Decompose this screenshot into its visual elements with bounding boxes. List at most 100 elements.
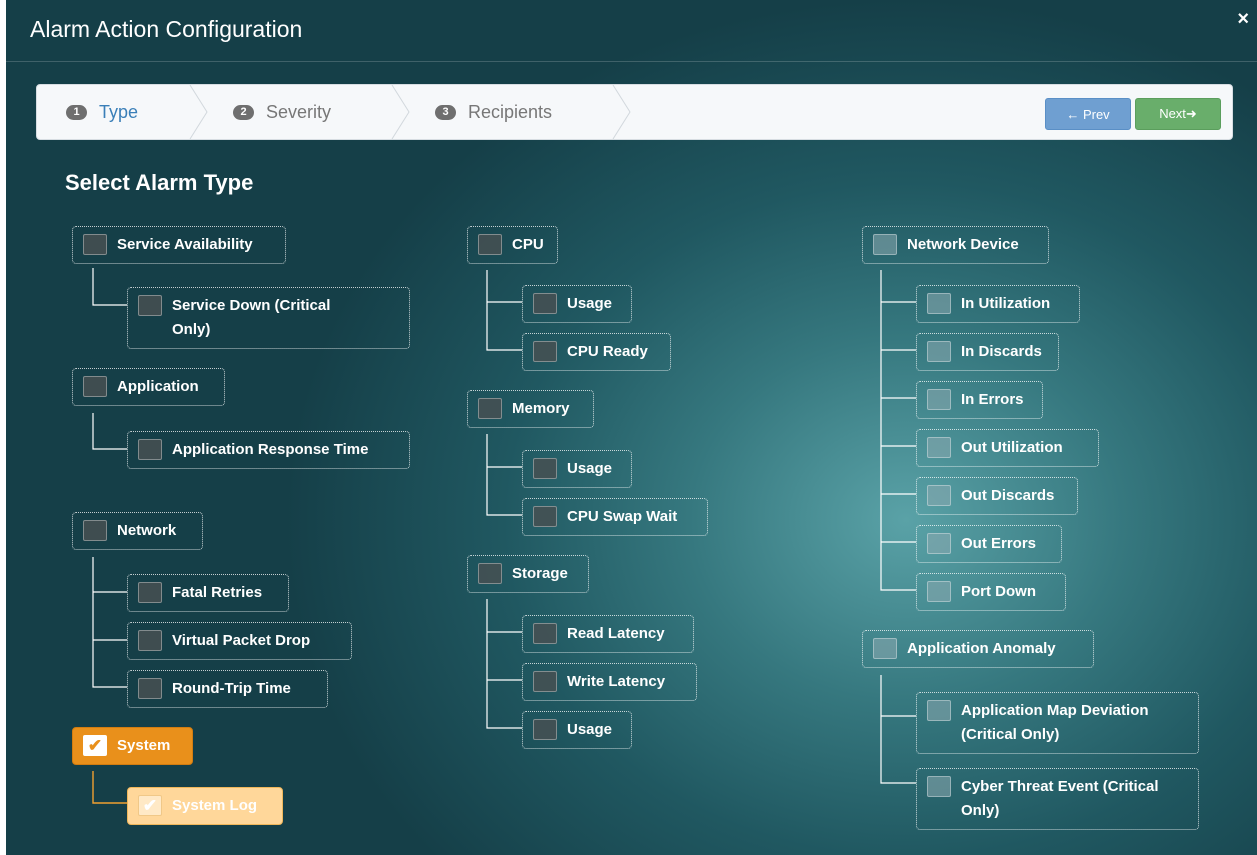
checkbox-checked[interactable]: ✔ — [83, 735, 107, 756]
checkbox[interactable] — [533, 293, 557, 314]
tree-node-in-utilization[interactable]: In Utilization — [916, 285, 1080, 323]
checkbox[interactable] — [927, 533, 951, 554]
checkbox[interactable] — [927, 700, 951, 721]
tree-node-system-log[interactable]: ✔ System Log — [127, 787, 283, 825]
tree-node-in-errors[interactable]: In Errors — [916, 381, 1043, 419]
dialog-title: Alarm Action Configuration — [30, 16, 303, 42]
tab-severity[interactable]: 2 Severity — [233, 85, 331, 139]
step-number-badge: 3 — [435, 104, 456, 120]
tree-node-cpu-swap-wait[interactable]: CPU Swap Wait — [522, 498, 708, 536]
tree-node-port-down[interactable]: Port Down — [916, 573, 1066, 611]
node-label: Port Down — [961, 583, 1036, 600]
node-label: Application Map Deviation (Critical Only… — [961, 702, 1149, 743]
tree-node-application-response-time[interactable]: Application Response Time — [127, 431, 410, 469]
tree-node-cpu-usage[interactable]: Usage — [522, 285, 632, 323]
tree-node-fatal-retries[interactable]: Fatal Retries — [127, 574, 289, 612]
checkbox[interactable] — [138, 439, 162, 460]
node-label: Fatal Retries — [172, 584, 263, 601]
tree-node-application-anomaly[interactable]: Application Anomaly — [862, 630, 1094, 668]
node-label: System Log — [172, 797, 258, 814]
checkbox[interactable] — [478, 398, 502, 419]
tree-node-memory[interactable]: Memory — [467, 390, 594, 428]
checkbox[interactable] — [927, 341, 951, 362]
tree-node-cpu[interactable]: CPU — [467, 226, 558, 264]
checkbox[interactable] — [533, 341, 557, 362]
checkbox[interactable] — [478, 563, 502, 584]
tree-node-write-latency[interactable]: Write Latency — [522, 663, 697, 701]
checkbox-checked[interactable]: ✔ — [138, 795, 162, 816]
checkbox[interactable] — [83, 520, 107, 541]
tab-type[interactable]: 1 Type — [66, 85, 138, 139]
step-label: Recipients — [468, 101, 553, 122]
tree-node-storage[interactable]: Storage — [467, 555, 589, 593]
checkbox[interactable] — [533, 458, 557, 479]
node-label: Usage — [567, 460, 613, 477]
tree-node-service-availability[interactable]: Service Availability — [72, 226, 286, 264]
tree-node-cyber-threat-event[interactable]: Cyber Threat Event (Critical Only) — [916, 768, 1199, 830]
node-label: Memory — [512, 400, 570, 417]
step-label: Severity — [266, 101, 332, 122]
checkbox[interactable] — [873, 234, 897, 255]
tree-node-network-device[interactable]: Network Device — [862, 226, 1049, 264]
tree-node-out-discards[interactable]: Out Discards — [916, 477, 1078, 515]
checkbox[interactable] — [83, 376, 107, 397]
step-number-badge: 2 — [233, 104, 254, 120]
checkbox[interactable] — [927, 485, 951, 506]
node-label: Virtual Packet Drop — [172, 632, 311, 649]
checkbox[interactable] — [927, 776, 951, 797]
checkbox[interactable] — [533, 506, 557, 527]
node-label: CPU — [512, 236, 544, 253]
node-label: CPU Ready — [567, 343, 648, 360]
checkbox[interactable] — [927, 389, 951, 410]
node-label: Application — [117, 378, 199, 395]
checkbox[interactable] — [138, 295, 162, 316]
node-label: Usage — [567, 295, 613, 312]
close-icon[interactable]: × — [1237, 8, 1249, 31]
tree-node-application[interactable]: Application — [72, 368, 225, 406]
tree-node-cpu-ready[interactable]: CPU Ready — [522, 333, 671, 371]
checkbox[interactable] — [478, 234, 502, 255]
node-label: Usage — [567, 721, 613, 738]
tree-node-virtual-packet-drop[interactable]: Virtual Packet Drop — [127, 622, 352, 660]
node-label: CPU Swap Wait — [567, 508, 678, 525]
next-button[interactable]: Next➜ — [1135, 98, 1221, 130]
node-label: In Discards — [961, 343, 1042, 360]
tree-node-read-latency[interactable]: Read Latency — [522, 615, 694, 653]
tree-node-system[interactable]: ✔ System — [72, 727, 193, 765]
node-label: Out Discards — [961, 487, 1055, 504]
tree-node-round-trip-time[interactable]: Round-Trip Time — [127, 670, 328, 708]
node-label: In Utilization — [961, 295, 1051, 312]
prev-button[interactable]: ← Prev — [1045, 98, 1131, 130]
node-label: Network Device — [907, 236, 1019, 253]
checkbox[interactable] — [533, 719, 557, 740]
tree-node-in-discards[interactable]: In Discards — [916, 333, 1059, 371]
checkbox[interactable] — [138, 630, 162, 651]
dialog-header: Alarm Action Configuration × — [6, 0, 1257, 62]
tree-node-out-utilization[interactable]: Out Utilization — [916, 429, 1099, 467]
tree-node-network[interactable]: Network — [72, 512, 203, 550]
checkbox[interactable] — [83, 234, 107, 255]
tree-node-storage-usage[interactable]: Usage — [522, 711, 632, 749]
wizard-steps-bar: 1 Type 2 Severity 3 Recipients ← Prev Ne… — [36, 84, 1233, 140]
tab-recipients[interactable]: 3 Recipients — [435, 85, 552, 139]
node-label: Service Down (Critical Only) — [172, 297, 331, 338]
tree-node-application-map-deviation[interactable]: Application Map Deviation (Critical Only… — [916, 692, 1199, 754]
checkbox[interactable] — [873, 638, 897, 659]
node-label: Write Latency — [567, 673, 666, 690]
section-title: Select Alarm Type — [65, 170, 254, 195]
checkbox[interactable] — [927, 581, 951, 602]
checkbox[interactable] — [533, 671, 557, 692]
checkbox[interactable] — [533, 623, 557, 644]
checkbox[interactable] — [927, 437, 951, 458]
node-label: Application Response Time — [172, 441, 369, 458]
tree-node-out-errors[interactable]: Out Errors — [916, 525, 1062, 563]
checkbox[interactable] — [927, 293, 951, 314]
node-label: Read Latency — [567, 625, 665, 642]
node-label: Out Utilization — [961, 439, 1063, 456]
node-label: Cyber Threat Event (Critical Only) — [961, 778, 1159, 819]
checkbox[interactable] — [138, 678, 162, 699]
tree-node-service-down[interactable]: Service Down (Critical Only) — [127, 287, 410, 349]
tree-node-memory-usage[interactable]: Usage — [522, 450, 632, 488]
checkbox[interactable] — [138, 582, 162, 603]
node-label: Application Anomaly — [907, 640, 1056, 657]
